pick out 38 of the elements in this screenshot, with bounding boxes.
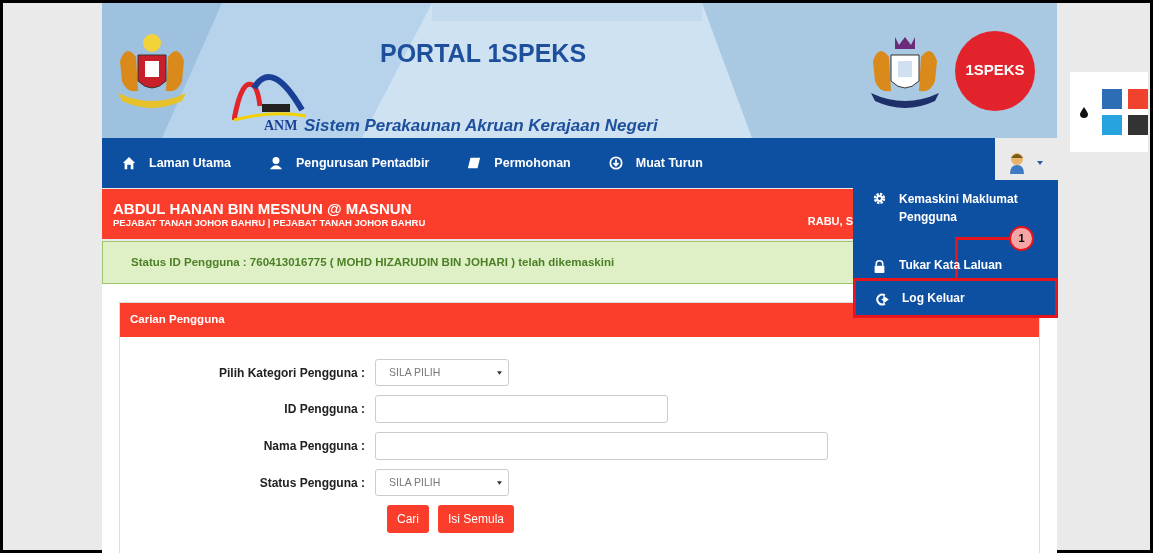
field-label: ID Pengguna : [283, 401, 366, 418]
color-swatch[interactable] [1102, 89, 1122, 109]
avatar-icon [1009, 152, 1025, 174]
logout-icon [876, 292, 889, 306]
user-name: ABDUL HANAN BIN MESNUN @ MASNUN [113, 199, 413, 217]
settings-icon [873, 192, 886, 205]
form-button[interactable]: Cari [387, 505, 429, 533]
color-swatch[interactable] [1128, 115, 1148, 135]
caret-icon [497, 480, 502, 485]
portal-title: PORTAL 1SPEKS [380, 41, 588, 66]
nav-link[interactable]: Permohonan [467, 153, 571, 173]
nav-link[interactable]: Muat Turun [608, 153, 703, 173]
color-swatch[interactable] [1128, 89, 1148, 109]
nav-link[interactable]: Laman Utama [122, 153, 231, 173]
droplet-icon [1080, 106, 1088, 118]
lock-icon [873, 259, 886, 273]
field-label: Status Pengguna : [258, 474, 366, 492]
input-field[interactable] [375, 395, 668, 423]
portal-subtitle: Sistem Perakaunan Akruan Kerajaan Negeri [304, 117, 658, 134]
card-title: Carian Pengguna [130, 312, 225, 328]
date-text: RABU, S [807, 213, 853, 229]
user-office: PEJABAT TANAH JOHOR BAHRU | PEJABAT TANAH JOHOR BAHRU [113, 216, 426, 229]
menu-item[interactable]: Kemaskini Maklumat Pengguna [853, 190, 1058, 226]
field-label: Nama Pengguna : [262, 438, 366, 455]
dropdown-field[interactable]: SILA PILIH [375, 469, 509, 496]
form-button[interactable]: Isi Semula [438, 505, 515, 533]
nav-link[interactable]: Pengurusan Pentadbir [269, 153, 430, 173]
menu-item[interactable]: Log Keluar [853, 278, 1058, 318]
caret-icon [497, 370, 502, 375]
user-icon [269, 156, 283, 170]
dropdown-field[interactable]: SILA PILIH [375, 359, 509, 386]
input-field[interactable] [375, 432, 828, 460]
color-swatch[interactable] [1102, 115, 1122, 135]
download-icon [608, 156, 623, 170]
home-icon [122, 156, 136, 170]
logo-acronym: ANM [264, 117, 298, 135]
field-label: Pilih Kategori Pengguna : [218, 364, 366, 382]
book-icon [467, 156, 482, 170]
